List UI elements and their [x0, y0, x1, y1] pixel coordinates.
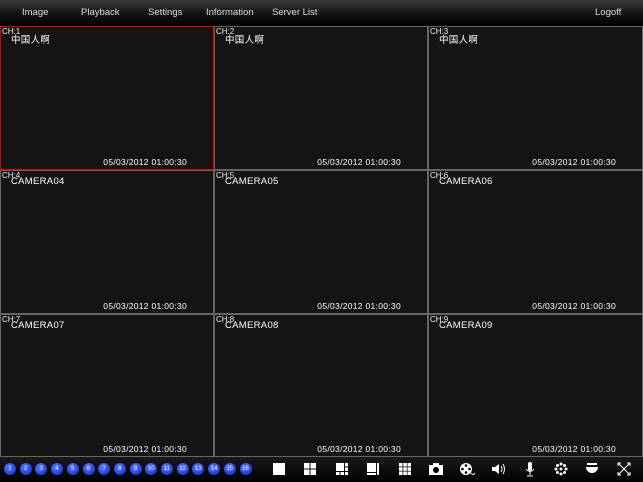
bottom-toolbar: 1 2 3 4 5 6 7 8 9 10 11 12 13 14 15 16	[0, 457, 643, 482]
video-cell-9[interactable]: CH:9 CAMERA09 05/03/2012 01:00:30	[428, 314, 643, 457]
menu-image[interactable]: Image	[22, 7, 48, 18]
video-cell-6[interactable]: CH:6 CAMERA06 05/03/2012 01:00:30	[428, 170, 643, 314]
timestamp: 05/03/2012 01:00:30	[532, 301, 616, 311]
camera-name: 中国人啊	[225, 35, 265, 46]
channel-button-16[interactable]: 16	[239, 463, 252, 475]
microphone-icon[interactable]	[522, 461, 538, 477]
dome-camera-icon[interactable]	[584, 461, 600, 477]
channel-button-12[interactable]: 12	[176, 463, 189, 475]
timestamp: 05/03/2012 01:00:30	[317, 157, 401, 167]
speaker-icon[interactable]	[490, 461, 506, 477]
timestamp: 05/03/2012 01:00:30	[317, 301, 401, 311]
video-cell-1[interactable]: CH:1 中国人啊 05/03/2012 01:00:30	[0, 26, 214, 170]
channel-button-2[interactable]: 2	[19, 463, 32, 475]
menu-information[interactable]: Information	[206, 7, 254, 18]
video-grid: CH:1 中国人啊 05/03/2012 01:00:30 CH:2 中国人啊 0…	[0, 26, 643, 457]
camera-name: CAMERA07	[11, 320, 65, 331]
camera-name: 中国人啊	[11, 35, 51, 46]
channel-button-13[interactable]: 13	[192, 463, 205, 475]
video-cell-5[interactable]: CH:5 CAMERA05 05/03/2012 01:00:30	[214, 170, 428, 314]
channel-button-5[interactable]: 5	[66, 463, 79, 475]
menu-settings[interactable]: Settings	[148, 7, 182, 18]
camera-name: CAMERA06	[439, 176, 493, 187]
video-cell-3[interactable]: CH:3 中国人啊 05/03/2012 01:00:30	[428, 26, 643, 170]
channel-button-14[interactable]: 14	[208, 463, 221, 475]
top-menu-bar: Image Playback Settings Information Serv…	[0, 0, 643, 26]
camera-name: CAMERA08	[225, 320, 279, 331]
timestamp: 05/03/2012 01:00:30	[103, 444, 187, 454]
camera-name: CAMERA04	[11, 176, 65, 187]
channel-button-15[interactable]: 15	[223, 463, 236, 475]
camera-snapshot-icon[interactable]	[428, 461, 444, 477]
channel-button-4[interactable]: 4	[51, 463, 64, 475]
layout-4-icon[interactable]	[302, 461, 318, 477]
channel-button-10[interactable]: 10	[145, 463, 158, 475]
logoff-button[interactable]: Logoff	[595, 7, 621, 18]
timestamp: 05/03/2012 01:00:30	[317, 444, 401, 454]
timestamp: 05/03/2012 01:00:30	[532, 157, 616, 167]
channel-button-11[interactable]: 11	[161, 463, 173, 475]
layout-9-icon[interactable]	[397, 461, 413, 477]
layout-1-icon[interactable]	[271, 461, 287, 477]
channel-button-7[interactable]: 7	[98, 463, 111, 475]
timestamp: 05/03/2012 01:00:30	[532, 444, 616, 454]
camera-name: CAMERA09	[439, 320, 493, 331]
layout-8-icon[interactable]	[365, 461, 381, 477]
channel-button-6[interactable]: 6	[82, 463, 95, 475]
video-cell-8[interactable]: CH:8 CAMERA08 05/03/2012 01:00:30	[214, 314, 428, 457]
ptz-settings-icon[interactable]	[553, 461, 569, 477]
video-cell-2[interactable]: CH:2 中国人啊 05/03/2012 01:00:30	[214, 26, 428, 170]
channel-button-8[interactable]: 8	[113, 463, 126, 475]
record-film-icon[interactable]	[459, 461, 476, 477]
menu-server-list[interactable]: Server List	[272, 7, 317, 18]
timestamp: 05/03/2012 01:00:30	[103, 301, 187, 311]
video-cell-7[interactable]: CH:7 CAMERA07 05/03/2012 01:00:30	[0, 314, 214, 457]
menu-playback[interactable]: Playback	[81, 7, 120, 18]
video-cell-4[interactable]: CH:4 CAMERA04 05/03/2012 01:00:30	[0, 170, 214, 314]
channel-button-9[interactable]: 9	[129, 463, 142, 475]
timestamp: 05/03/2012 01:00:30	[103, 157, 187, 167]
layout-6-icon[interactable]	[334, 461, 350, 477]
camera-name: CAMERA05	[225, 176, 279, 187]
channel-button-1[interactable]: 1	[4, 463, 16, 475]
fullscreen-icon[interactable]	[616, 461, 632, 477]
channel-button-3[interactable]: 3	[35, 463, 48, 475]
camera-name: 中国人啊	[439, 35, 479, 46]
